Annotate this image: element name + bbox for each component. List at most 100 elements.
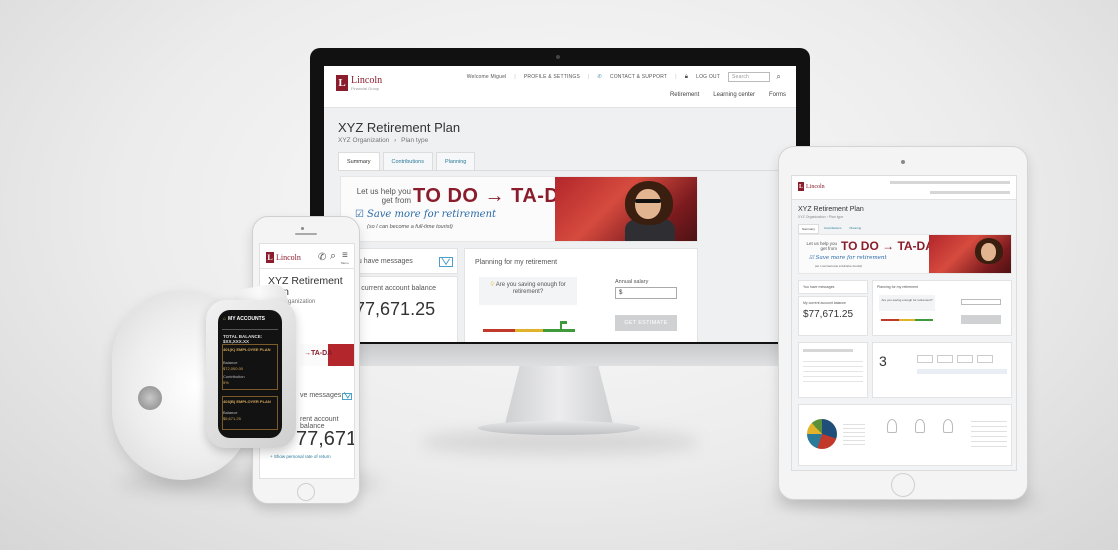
phone-speaker	[295, 233, 317, 235]
tablet-photo-woman-face	[981, 243, 996, 261]
lock-icon: 🔒︎	[684, 73, 689, 80]
tablet-percent-option[interactable]	[957, 355, 973, 363]
phone-home-button[interactable]	[297, 483, 315, 501]
lincoln-logo[interactable]: L Lincoln Financial Group	[336, 75, 382, 91]
balance-label: My current account balance	[350, 285, 436, 292]
phone-call-icon[interactable]: ✆	[318, 252, 326, 263]
tablet-device: L Lincoln XYZ Retirement Plan XYZ Organi…	[778, 146, 1028, 500]
tablet-percent-buttons	[917, 355, 993, 363]
get-estimate-button[interactable]: GET ESTIMATE	[615, 315, 677, 331]
banner-goal-text: Save more for retirement	[366, 209, 497, 220]
tablet-logo-mark: L	[798, 182, 804, 191]
tab-divider	[338, 170, 782, 171]
tablet-utility-links	[890, 181, 1010, 184]
monitor-chin	[310, 344, 810, 366]
tablet-nav	[930, 191, 1010, 194]
phone-logo[interactable]: L Lincoln	[266, 252, 301, 263]
profile-settings-link[interactable]: PROFILE & SETTINGS	[524, 74, 580, 80]
watch-account-2-balance-label: Balance	[223, 410, 238, 415]
tablet-percent-option[interactable]	[937, 355, 953, 363]
main-nav: Retirement Learning center Forms	[670, 92, 786, 98]
watch-header-text: MY ACCOUNTS	[228, 316, 265, 322]
tablet-bottom-row	[798, 404, 1012, 466]
watch-divider	[222, 329, 278, 330]
desktop-screen: L Lincoln Financial Group Welcome Miguel…	[324, 66, 796, 342]
watch-accounts-icon: ⌂	[223, 316, 227, 322]
balance-amount: $77,671.25	[350, 299, 435, 320]
site-header: L Lincoln Financial Group Welcome Miguel…	[324, 66, 796, 108]
search-placeholder: Search	[732, 74, 750, 80]
tablet-plan-title: XYZ Retirement Plan	[798, 206, 864, 213]
tablet-header: L Lincoln	[792, 176, 1016, 200]
tablet-tab-planning[interactable]: Planning	[847, 224, 865, 234]
welcome-text: Welcome Miguel	[466, 74, 507, 80]
logo-name: Lincoln	[351, 74, 383, 86]
tablet-percent-option[interactable]	[917, 355, 933, 363]
smartwatch: ⌂ MY ACCOUNTS TOTAL BALANCE: $XX,XXX.XX 4…	[206, 300, 296, 448]
tab-summary[interactable]: Summary	[338, 152, 380, 171]
nav-forms[interactable]: Forms	[769, 92, 786, 98]
tablet-banner-headline: TO DO → TA-DA	[841, 239, 934, 253]
watch-account-1-contribution-label: Contribution	[223, 374, 245, 379]
tab-contributions[interactable]: Contributions	[382, 152, 433, 171]
phone-balance-value: 77,671.25	[296, 428, 355, 450]
phone-menu-icon[interactable]: ≡	[342, 250, 348, 261]
promo-banner[interactable]: Let us help you get from TO DO → TA-DA ☑…	[340, 176, 698, 242]
tablet-resource-links	[971, 417, 1007, 447]
retirement-gauge	[483, 329, 575, 332]
banner-headline: TO DO → TA-DA	[413, 185, 575, 207]
contact-support-link[interactable]: CONTACT & SUPPORT	[610, 74, 667, 80]
watch-header: ⌂ MY ACCOUNTS	[223, 316, 265, 322]
desktop-monitor: L Lincoln Financial Group Welcome Miguel…	[310, 48, 810, 366]
banner-goal: ☑ Save more for retirement	[355, 209, 496, 220]
search-icon[interactable]: ⌕	[776, 72, 781, 82]
tablet-saving-question[interactable]: Are you saving enough for retirement?	[879, 295, 935, 311]
tablet-person-icon	[887, 419, 897, 433]
tablet-tab-summary[interactable]: Summary	[798, 224, 819, 234]
monitor-stand-foot	[478, 421, 640, 435]
watch-account-1-balance-label: Balance	[223, 360, 238, 365]
tablet-pie-legend	[843, 421, 865, 447]
tablet-person-icon	[915, 419, 925, 433]
tablet-planning-card: Planning for my retirement Are you savin…	[872, 280, 1012, 336]
tablet-retirement-gauge	[881, 319, 933, 321]
nav-learning-center[interactable]: Learning center	[713, 92, 755, 98]
tablet-banner[interactable]: Let us help you get from TO DO → TA-DA ☑…	[798, 234, 1012, 274]
tablet-balance-card: My current account balance $77,671.25	[798, 296, 868, 336]
logout-link[interactable]: LOG OUT	[696, 74, 720, 80]
tablet-messages-label: You have messages	[803, 285, 835, 289]
watch-account-2-balance: $5,671.25	[223, 416, 241, 421]
saving-question-text: Are you saving enough for retirement?	[495, 282, 566, 295]
tablet-salary-input[interactable]	[961, 299, 1001, 305]
phone-banner[interactable]: →TA-DA	[300, 344, 354, 366]
tablet-get-estimate-button[interactable]	[961, 315, 1001, 324]
phone-banner-headline: →TA-DA	[304, 350, 333, 357]
phone-camera	[301, 227, 304, 230]
tablet-investments-list	[803, 357, 863, 383]
nav-retirement[interactable]: Retirement	[670, 92, 699, 98]
envelope-icon	[439, 257, 453, 267]
tablet-messages-card[interactable]: You have messages	[798, 280, 868, 294]
tablet-home-button[interactable]	[891, 473, 915, 497]
phone-icon: ✆	[597, 74, 602, 80]
phone-search-icon[interactable]: ⌕	[330, 250, 336, 263]
plan-title: XYZ Retirement Plan	[338, 120, 461, 135]
tablet-logo[interactable]: L Lincoln	[798, 182, 825, 191]
search-input[interactable]: Search ⌕	[728, 72, 781, 82]
phone-menu-label: Menu	[341, 261, 349, 265]
tablet-percent-option[interactable]	[977, 355, 993, 363]
logo-subtitle: Financial Group	[351, 85, 380, 91]
salary-input[interactable]: $	[615, 287, 677, 299]
phone-envelope-icon	[342, 393, 352, 400]
watch-account-2-name: 403(B) EMPLOYER PLAN	[223, 399, 271, 404]
camera	[556, 55, 560, 59]
breadcrumb-org[interactable]: XYZ Organization	[338, 137, 389, 144]
tablet-tab-contributions[interactable]: Contributions	[821, 224, 845, 234]
lightbulb-icon: 💡︎	[490, 282, 495, 288]
saving-question[interactable]: 💡︎ Are you saving enough for retirement?	[479, 277, 577, 305]
phone-rate-link[interactable]: + Show personal rate of return	[270, 454, 331, 459]
tablet-banner-goal: ☑ Save more for retirement	[809, 255, 887, 261]
phone-messages-label: ve messages	[300, 392, 342, 399]
tab-planning[interactable]: Planning	[435, 152, 476, 171]
monitor-stand-neck	[505, 364, 613, 424]
